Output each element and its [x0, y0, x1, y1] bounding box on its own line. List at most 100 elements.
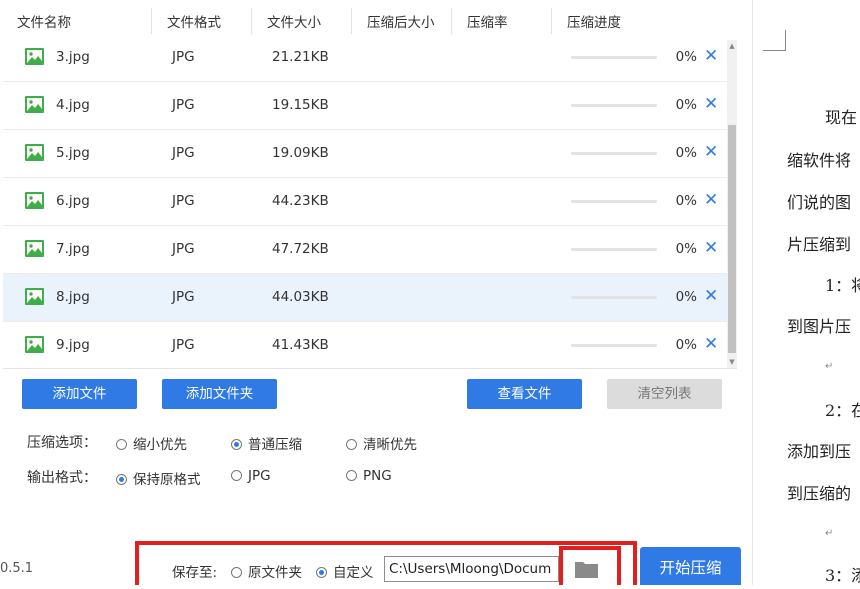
file-table: 文件名称 文件格式 文件大小 压缩后大小 压缩率 压缩进度 3.jpg JPG 21…	[3, 0, 737, 369]
file-name: 7.jpg	[56, 241, 90, 257]
doc-text-line: 片压缩到	[787, 235, 852, 254]
version-label: 0.5.1	[0, 561, 34, 576]
file-format: JPG	[172, 337, 195, 353]
table-row[interactable]: 7.jpg JPG 47.72KB 0% ✕	[3, 226, 727, 274]
save-path-input[interactable]	[384, 556, 559, 582]
file-name: 6.jpg	[56, 193, 90, 209]
progress-bar	[571, 296, 657, 299]
table-row[interactable]: 5.jpg JPG 19.09KB 0% ✕	[3, 130, 727, 178]
format-option-original[interactable]: 保持原格式	[116, 468, 201, 488]
progress-percent: 0%	[675, 49, 697, 65]
table-scrollbar[interactable]: ▲ ▼	[727, 40, 737, 368]
progress-bar	[571, 200, 657, 203]
radio-label: 缩小优先	[133, 437, 187, 453]
radio-label: 清晰优先	[363, 437, 417, 453]
table-row[interactable]: 4.jpg JPG 19.15KB 0% ✕	[3, 82, 727, 130]
file-name: 9.jpg	[56, 337, 90, 353]
image-file-icon	[25, 96, 44, 113]
file-format: JPG	[172, 97, 195, 113]
radio-button[interactable]	[346, 439, 357, 450]
close-icon[interactable]: ✕	[704, 178, 718, 225]
table-row[interactable]: 8.jpg JPG 44.03KB 0% ✕	[3, 274, 727, 322]
doc-text-line: 1：将	[825, 276, 860, 295]
progress-percent: 0%	[675, 241, 697, 257]
compress-option-clarity[interactable]: 清晰优先	[346, 433, 417, 453]
format-option-jpg[interactable]: JPG	[231, 468, 271, 484]
file-format: JPG	[172, 145, 195, 161]
scrollbar-thumb[interactable]	[728, 125, 736, 353]
radio-label: JPG	[248, 468, 271, 484]
doc-text-line: 们说的图	[787, 193, 852, 212]
save-custom-option[interactable]: 自定义	[316, 561, 374, 581]
clear-list-button[interactable]: 清空列表	[607, 379, 722, 409]
page-corner-mark	[763, 30, 786, 51]
doc-text-line: 添加到压	[787, 442, 852, 461]
view-files-button[interactable]: 查看文件	[467, 379, 582, 409]
doc-text-line: 2：在	[825, 401, 860, 420]
doc-text-line: 到图片压	[787, 317, 852, 336]
close-icon[interactable]: ✕	[704, 82, 718, 129]
table-row[interactable]: 9.jpg JPG 41.43KB 0% ✕	[3, 322, 727, 368]
compress-option-smallest[interactable]: 缩小优先	[116, 433, 187, 453]
file-size: 41.43KB	[272, 337, 329, 353]
file-format: JPG	[172, 49, 195, 65]
save-original-folder-option[interactable]: 原文件夹	[231, 561, 302, 581]
close-icon[interactable]: ✕	[704, 130, 718, 177]
folder-icon	[575, 562, 598, 578]
file-name: 3.jpg	[56, 49, 90, 65]
image-file-icon	[25, 48, 44, 65]
start-compress-button[interactable]: 开始压缩	[640, 547, 741, 585]
add-file-button[interactable]: 添加文件	[22, 379, 137, 409]
file-name: 5.jpg	[56, 145, 90, 161]
radio-label: PNG	[363, 468, 392, 484]
radio-button[interactable]	[116, 474, 127, 485]
compressor-app: 文件名称 文件格式 文件大小 压缩后大小 压缩率 压缩进度 3.jpg JPG 21…	[0, 0, 752, 585]
compress-options-label: 压缩选项：	[27, 435, 97, 451]
file-format: JPG	[172, 289, 195, 305]
table-row[interactable]: 6.jpg JPG 44.23KB 0% ✕	[3, 178, 727, 226]
doc-text-line: 缩软件将	[787, 151, 852, 170]
file-size: 19.09KB	[272, 145, 329, 161]
file-format: JPG	[172, 193, 195, 209]
image-file-icon	[25, 336, 44, 353]
doc-text-line: 现在	[825, 108, 858, 127]
radio-button[interactable]	[316, 567, 327, 578]
progress-bar	[571, 56, 657, 59]
close-icon[interactable]: ✕	[704, 226, 718, 273]
close-icon[interactable]: ✕	[704, 322, 718, 368]
progress-percent: 0%	[675, 289, 697, 305]
radio-button[interactable]	[116, 439, 127, 450]
progress-bar	[571, 248, 657, 251]
radio-button[interactable]	[346, 470, 357, 481]
output-format-label: 输出格式：	[27, 470, 97, 486]
radio-button[interactable]	[231, 567, 242, 578]
radio-label: 自定义	[333, 565, 374, 581]
doc-text-line: 3：添	[825, 566, 860, 585]
progress-percent: 0%	[675, 97, 697, 113]
radio-label: 保持原格式	[133, 472, 201, 488]
image-file-icon	[25, 192, 44, 209]
scroll-up-arrow-icon[interactable]: ▲	[727, 40, 737, 52]
file-size: 47.72KB	[272, 241, 329, 257]
progress-percent: 0%	[675, 337, 697, 353]
add-folder-button[interactable]: 添加文件夹	[162, 379, 277, 409]
scroll-down-arrow-icon[interactable]: ▼	[727, 356, 737, 368]
close-icon[interactable]: ✕	[704, 274, 718, 321]
radio-button[interactable]	[231, 439, 242, 450]
image-file-icon	[25, 144, 44, 161]
table-row[interactable]: 3.jpg JPG 21.21KB 0% ✕	[3, 34, 727, 82]
file-name: 8.jpg	[56, 289, 90, 305]
progress-percent: 0%	[675, 145, 697, 161]
file-size: 44.23KB	[272, 193, 329, 209]
paragraph-mark: ↵	[825, 361, 834, 372]
image-file-icon	[25, 240, 44, 257]
image-file-icon	[25, 288, 44, 305]
close-icon[interactable]: ✕	[704, 34, 718, 81]
save-to-label: 保存至:	[172, 565, 218, 581]
format-option-png[interactable]: PNG	[346, 468, 392, 484]
radio-button[interactable]	[231, 470, 242, 481]
compress-option-normal[interactable]: 普通压缩	[231, 433, 302, 453]
file-size: 19.15KB	[272, 97, 329, 113]
browse-folder-button[interactable]	[559, 546, 621, 585]
radio-label: 普通压缩	[248, 437, 302, 453]
